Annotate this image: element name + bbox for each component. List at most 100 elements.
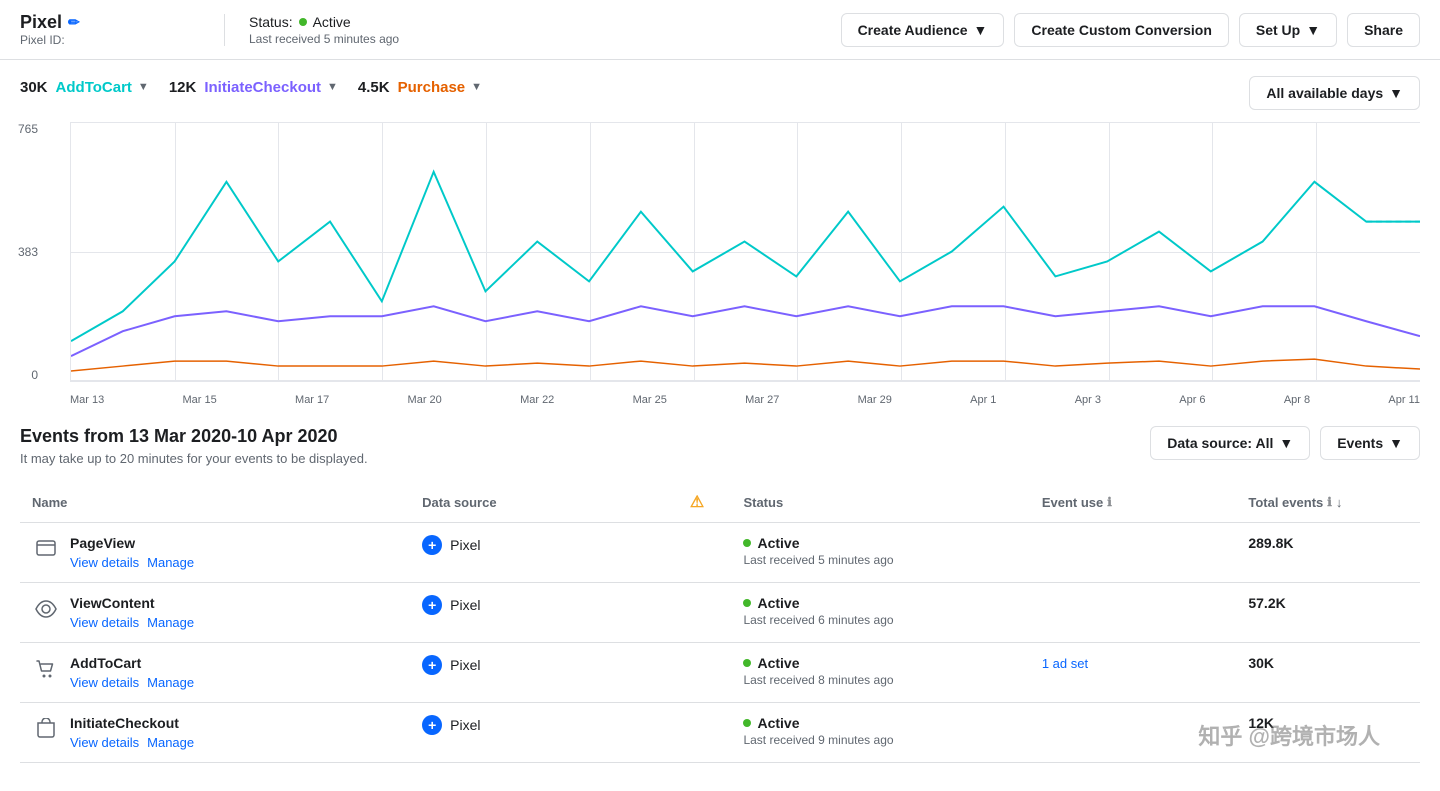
y-label-top: 765 <box>18 122 38 136</box>
status-line: Status: Active <box>249 14 817 30</box>
table-row: InitiateCheckout View details Manage + P… <box>20 703 1420 763</box>
x-label: Apr 11 <box>1388 394 1420 406</box>
total-events-value: 30K <box>1248 655 1274 671</box>
datasource-cell: + Pixel <box>410 583 662 643</box>
x-label: Apr 1 <box>970 394 996 406</box>
th-event-use: Event use ℹ <box>1030 482 1237 523</box>
create-custom-conversion-button[interactable]: Create Custom Conversion <box>1014 13 1228 47</box>
view-details-link[interactable]: View details <box>70 735 139 750</box>
edit-icon[interactable]: ✏ <box>68 14 80 31</box>
addtocart-icon <box>32 655 60 683</box>
event-use-cell <box>1030 523 1237 583</box>
events-section: Events from 13 Mar 2020-10 Apr 2020 It m… <box>0 426 1440 763</box>
set-up-button[interactable]: Set Up ▼ <box>1239 13 1337 47</box>
th-status: Status <box>731 482 1029 523</box>
legend-initiatecheckout[interactable]: 12K InitiateCheckout ▼ <box>169 79 338 96</box>
total-events-value: 289.8K <box>1248 535 1293 551</box>
status-text: Active <box>757 535 799 551</box>
x-label: Mar 27 <box>745 394 779 406</box>
chevron-down-icon: ▼ <box>974 22 988 38</box>
th-name: Name <box>20 482 410 523</box>
event-name-cell-addtocart: AddToCart View details Manage <box>20 643 410 703</box>
th-warning: ⚠ <box>663 482 732 523</box>
chevron-down-icon: ▼ <box>1306 22 1320 38</box>
total-events-value: 12K <box>1248 715 1274 731</box>
total-events-cell: 57.2K <box>1236 583 1420 643</box>
x-label: Mar 25 <box>633 394 667 406</box>
status-dot <box>743 659 751 667</box>
info-icon[interactable]: ℹ <box>1327 495 1332 509</box>
x-label: Mar 20 <box>408 394 442 406</box>
event-name-text: InitiateCheckout <box>70 715 194 731</box>
purchase-count: 4.5K <box>358 79 390 96</box>
event-links: View details Manage <box>70 555 194 570</box>
chart-section: 30K AddToCart ▼ 12K InitiateCheckout ▼ 4… <box>0 60 1440 406</box>
events-filter-button[interactable]: Events ▼ <box>1320 426 1420 460</box>
datasource-cell: + Pixel <box>410 643 662 703</box>
x-label: Mar 15 <box>183 394 217 406</box>
chevron-down-icon: ▼ <box>1279 435 1293 451</box>
warning-cell <box>663 583 732 643</box>
last-received: Last received 5 minutes ago <box>249 32 817 46</box>
sort-icon[interactable]: ↓ <box>1336 495 1343 510</box>
x-label: Mar 17 <box>295 394 329 406</box>
table-header: Name Data source ⚠ Status Event use ℹ <box>20 482 1420 523</box>
datasource-filter-button[interactable]: Data source: All ▼ <box>1150 426 1310 460</box>
purchase-label: Purchase <box>398 79 466 96</box>
date-filter-button[interactable]: All available days ▼ <box>1249 76 1420 110</box>
status-text: Active <box>757 655 799 671</box>
legend-purchase[interactable]: 4.5K Purchase ▼ <box>358 79 482 96</box>
manage-link[interactable]: Manage <box>147 555 194 570</box>
chevron-down-icon: ▼ <box>1389 435 1403 451</box>
manage-link[interactable]: Manage <box>147 675 194 690</box>
event-name-text: AddToCart <box>70 655 194 671</box>
events-header-row: Events from 13 Mar 2020-10 Apr 2020 It m… <box>20 426 1420 466</box>
manage-link[interactable]: Manage <box>147 735 194 750</box>
plus-icon: + <box>422 655 442 675</box>
viewcontent-icon <box>32 595 60 623</box>
events-title: Events from 13 Mar 2020-10 Apr 2020 <box>20 426 368 447</box>
event-name-cell-pageview: PageView View details Manage <box>20 523 410 583</box>
status-time: Last received 6 minutes ago <box>743 613 1017 627</box>
status-time: Last received 5 minutes ago <box>743 553 1017 567</box>
status-time: Last received 9 minutes ago <box>743 733 1017 747</box>
event-name-text: PageView <box>70 535 194 551</box>
view-details-link[interactable]: View details <box>70 675 139 690</box>
datasource-label: Pixel <box>450 657 480 673</box>
status-cell: Active Last received 6 minutes ago <box>731 583 1029 643</box>
event-use-cell <box>1030 583 1237 643</box>
status-cell: Active Last received 8 minutes ago <box>731 643 1029 703</box>
info-icon[interactable]: ℹ <box>1107 495 1112 509</box>
y-axis: 765 383 0 <box>18 122 42 382</box>
table-row: PageView View details Manage + Pixel <box>20 523 1420 583</box>
event-name-cell-viewcontent: ViewContent View details Manage <box>20 583 410 643</box>
view-details-link[interactable]: View details <box>70 615 139 630</box>
view-details-link[interactable]: View details <box>70 555 139 570</box>
share-button[interactable]: Share <box>1347 13 1420 47</box>
event-name-text: ViewContent <box>70 595 194 611</box>
events-title-block: Events from 13 Mar 2020-10 Apr 2020 It m… <box>20 426 368 466</box>
x-label: Mar 29 <box>858 394 892 406</box>
legend-addtocart[interactable]: 30K AddToCart ▼ <box>20 79 149 96</box>
x-label: Apr 8 <box>1284 394 1310 406</box>
event-use-link[interactable]: 1 ad set <box>1042 656 1088 671</box>
plus-icon: + <box>422 715 442 735</box>
status-text-label: Status: <box>249 14 293 30</box>
plus-icon: + <box>422 595 442 615</box>
x-label: Mar 22 <box>520 394 554 406</box>
event-links: View details Manage <box>70 675 194 690</box>
pageview-icon <box>32 535 60 563</box>
status-dot <box>743 539 751 547</box>
x-label: Apr 3 <box>1075 394 1101 406</box>
total-events-value: 57.2K <box>1248 595 1285 611</box>
plus-icon: + <box>422 535 442 555</box>
datasource-cell: + Pixel <box>410 523 662 583</box>
datasource-cell: + Pixel <box>410 703 662 763</box>
create-audience-button[interactable]: Create Audience ▼ <box>841 13 1005 47</box>
event-use-cell: 1 ad set <box>1030 643 1237 703</box>
manage-link[interactable]: Manage <box>147 615 194 630</box>
pixel-label: Pixel <box>20 12 62 33</box>
th-datasource: Data source <box>410 482 662 523</box>
th-total-events: Total events ℹ ↓ <box>1236 482 1420 523</box>
datasource-label: Pixel <box>450 717 480 733</box>
